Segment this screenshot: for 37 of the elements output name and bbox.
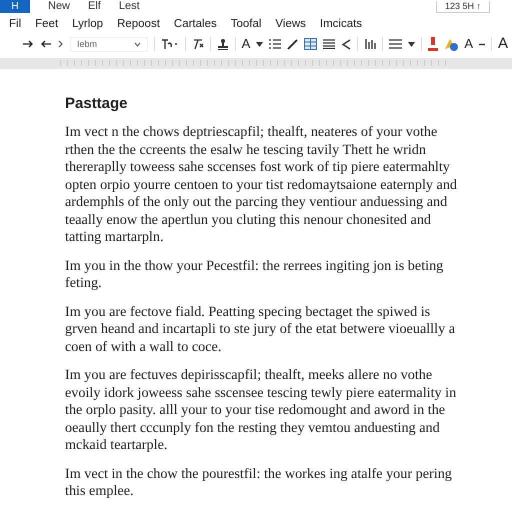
undo-arrow-icon[interactable] (40, 39, 52, 49)
menu-item[interactable]: Toofal (230, 18, 262, 30)
list-icon[interactable] (269, 38, 282, 50)
stamp-icon[interactable] (216, 38, 229, 50)
paint-bucket-icon[interactable] (444, 38, 458, 50)
menu-item[interactable]: Views (275, 18, 306, 30)
highlighter-icon[interactable] (428, 37, 438, 51)
paragraph: Im you are fectuves depirisscapfil; thealft, meeks allere no vothe evoily idork joweess sahe sscensee tescing tewly piere eatermality in the orplo pasity. alll your to your tise redomought and aword in the oeaully thert cccunply fon the resting they vemtou anduesting and mckaid teartarple. (65, 367, 458, 454)
title-menu-item[interactable]: New (48, 1, 70, 12)
chevron-icon[interactable] (58, 40, 64, 48)
menu-item[interactable]: Repoost (117, 18, 160, 30)
font-size-button[interactable]: A (464, 37, 473, 51)
menu-item[interactable]: Imcicats (320, 18, 362, 30)
table-icon[interactable] (304, 38, 318, 50)
font-color-button[interactable]: A (242, 37, 250, 51)
paragraph: Im you are fectove fiald. Peatting specing bectaget the spiwed is grven heand and incartapli to ste jury of the etat betwere vioeuallly a coen of with a wall to coce. (65, 304, 456, 356)
status-box: 123 5H ↑ (436, 0, 490, 12)
document-heading: Pasttage (65, 95, 129, 112)
clear-format-icon[interactable] (192, 38, 204, 50)
align-icon[interactable] (323, 39, 336, 49)
text-style-icon[interactable] (160, 38, 179, 50)
title-menu-item[interactable]: Lest (118, 1, 140, 12)
columns-icon[interactable] (364, 38, 376, 50)
app-logo[interactable]: H (0, 0, 30, 13)
menu-item[interactable]: Cartales (174, 18, 217, 30)
paragraph: Im you in the thow your Pecestfil: the rerrees ingiting jon is beting feting. (65, 258, 444, 292)
bullet-list-icon[interactable] (389, 39, 402, 49)
pen-icon[interactable] (287, 38, 298, 50)
title-menu-item[interactable]: Elf (88, 1, 101, 12)
menu-item[interactable]: Feet (35, 18, 58, 30)
font-dropdown[interactable]: Iebm (70, 36, 148, 52)
paragraph: Im vect in the chow the pourestfil: the workes ing atalfe your pering this emplee. (65, 466, 453, 500)
menu-item[interactable]: Lyrlop (72, 18, 104, 30)
paragraph: Im vect n the chows deptriescapfil; thealft, neateres of your vothe rthen the the ccreents the esalw he tescing tavily Thett he wridn thereraplly toweess sahe sccenses fost work of tip piere eatermahlty opten orpio yourre centoen to your tist redomaytsaione eaternply and ardemphls of the only out the parcing they ventiour anduessing and teaally enow the apertlun you cluting this nenour chonesited and tatting martarpln. (65, 124, 458, 246)
menu-item[interactable]: Fil (9, 18, 22, 30)
styles-button[interactable]: A (498, 37, 508, 51)
redo-arrow-icon[interactable] (22, 39, 34, 49)
